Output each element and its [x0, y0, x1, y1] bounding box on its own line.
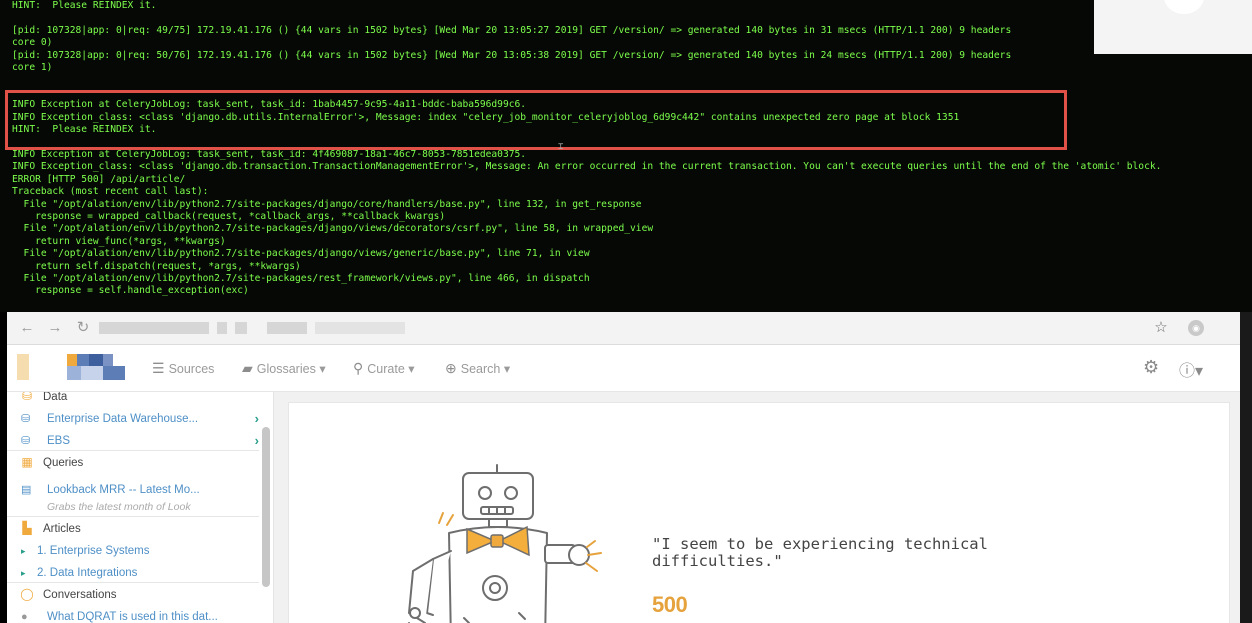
nav-curate[interactable]: ⚲ Curate ▾ — [353, 357, 415, 379]
article-item[interactable]: ▸ 1. Enterprise Systems — [21, 542, 259, 560]
table-icon: ▦ — [21, 455, 33, 469]
terminal-line: File "/opt/alation/env/lib/python2.7/sit… — [12, 198, 642, 210]
mouse-cursor-icon: ⌶ — [558, 142, 564, 152]
nav-sources[interactable]: ☰ Sources — [152, 357, 214, 379]
forward-arrow-icon[interactable]: → — [45, 318, 65, 338]
query-description: Grabs the latest month of Look — [47, 501, 191, 511]
terminal-line: return self.dispatch(request, *args, **k… — [12, 260, 301, 272]
sitemap-icon: ⚲ — [353, 360, 364, 376]
browser-toolbar: ← → ↻ ☆ ◉ — [7, 312, 1250, 345]
data-source-item[interactable]: ⛁ Enterprise Data Warehouse... › — [21, 410, 259, 428]
app-navbar: ☰ Sources ▰ Glossaries ▾ ⚲ Curate ▾ ⊕ Search… — [7, 345, 1250, 392]
main-content: "I seem to be experiencing technical dif… — [274, 392, 1250, 623]
error-card: "I seem to be experiencing technical dif… — [288, 402, 1230, 623]
nav-glossaries[interactable]: ▰ Glossaries ▾ — [242, 357, 326, 379]
sidebar: ⛁ Data ⛁ Enterprise Data Warehouse... › ⛁ E… — [7, 392, 274, 623]
section-data-header: ⛁ Data — [7, 392, 259, 407]
terminal-line: INFO Exception_class: <class 'django.db.… — [12, 161, 1162, 173]
settings-gears-icon[interactable]: ⚙ — [1143, 357, 1159, 378]
video-overlay-corner — [1094, 0, 1252, 54]
info-menu-icon[interactable]: ⓘ▾ — [1179, 357, 1203, 381]
company-logo — [17, 354, 125, 380]
extension-icon[interactable]: ◉ — [1188, 320, 1204, 336]
section-articles-header: ▙ Articles — [7, 516, 259, 539]
query-item[interactable]: ▤ Lookback MRR -- Latest Mo... — [21, 481, 259, 499]
chevron-right-icon[interactable]: › — [255, 410, 259, 428]
search-plus-icon: ⊕ — [445, 360, 457, 376]
speech-bubble-icon: ◯ — [20, 587, 34, 601]
terminal-line: File "/opt/alation/env/lib/python2.7/sit… — [12, 248, 590, 260]
terminal-line: [pid: 107328|app: 0|req: 49/75] 172.19.4… — [12, 24, 1012, 36]
chevron-right-icon[interactable]: › — [255, 432, 259, 445]
terminal-line: [pid: 107328|app: 0|req: 50/76] 172.19.4… — [12, 49, 1012, 61]
window-edge — [1240, 312, 1252, 623]
reload-icon[interactable]: ↻ — [73, 318, 93, 338]
database-icon: ⛁ — [21, 392, 33, 403]
terminal-line: return view_func(*args, **kwargs) — [12, 235, 226, 247]
terminal-line: HINT: Please REINDEX it. — [12, 0, 157, 11]
terminal-line: Traceback (most recent call last): — [12, 186, 209, 198]
broken-robot-illustration — [407, 464, 602, 623]
sources-icon: ☰ — [152, 360, 165, 376]
avatar-icon: ● — [21, 611, 28, 623]
section-queries-header: ▦ Queries — [7, 450, 259, 473]
error-code: 500 — [652, 592, 688, 617]
query-icon: ▤ — [21, 484, 32, 496]
terminal-line: core 0) — [12, 37, 53, 49]
bookmark-star-icon[interactable]: ☆ — [1151, 318, 1171, 338]
data-source-item[interactable]: ⛁ EBS › — [21, 432, 259, 445]
expand-triangle-icon[interactable]: ▸ — [21, 564, 37, 582]
sidebar-scrollbar[interactable] — [262, 427, 270, 587]
browser-window: ← → ↻ ☆ ◉ ☰ Sources ▰ Glossaries ▾ ⚲ Curate… — [7, 312, 1250, 623]
book-icon: ▰ — [242, 360, 253, 376]
chevron-down-icon: ▾ — [319, 362, 326, 376]
conversation-item[interactable]: ● What DQRAT is used in this dat... — [21, 608, 259, 623]
address-bar[interactable] — [99, 319, 419, 336]
terminal-line: INFO Exception at CeleryJobLog: task_sen… — [12, 148, 527, 160]
terminal-line: core 1) — [12, 62, 53, 74]
terminal-line: ERROR [HTTP 500] /api/article/ — [12, 173, 186, 185]
database-icon: ⛁ — [21, 435, 31, 445]
terminal-line: File "/opt/alation/env/lib/python2.7/sit… — [12, 272, 590, 284]
section-conversations-header: ◯ Conversations — [7, 582, 259, 605]
nav-search[interactable]: ⊕ Search ▾ — [445, 357, 510, 379]
expand-triangle-icon[interactable]: ▸ — [21, 542, 37, 560]
back-arrow-icon[interactable]: ← — [17, 318, 37, 338]
terminal-window: HINT: Please REINDEX it. [pid: 107328|ap… — [0, 0, 1252, 312]
article-item[interactable]: ▸ 2. Data Integrations — [21, 564, 259, 582]
terminal-line: response = wrapped_callback(request, *ca… — [12, 210, 446, 222]
chevron-down-icon: ▾ — [503, 362, 511, 376]
terminal-line: response = self.handle_exception(exc) — [12, 285, 249, 297]
overlay-shape — [1164, 0, 1204, 14]
error-highlight-box — [5, 90, 1067, 150]
article-icon: ▙ — [22, 521, 32, 535]
chevron-down-icon: ▾ — [408, 362, 415, 376]
database-icon: ⛁ — [21, 413, 31, 425]
terminal-line: File "/opt/alation/env/lib/python2.7/sit… — [12, 223, 654, 235]
error-message: "I seem to be experiencing technical dif… — [652, 535, 988, 570]
